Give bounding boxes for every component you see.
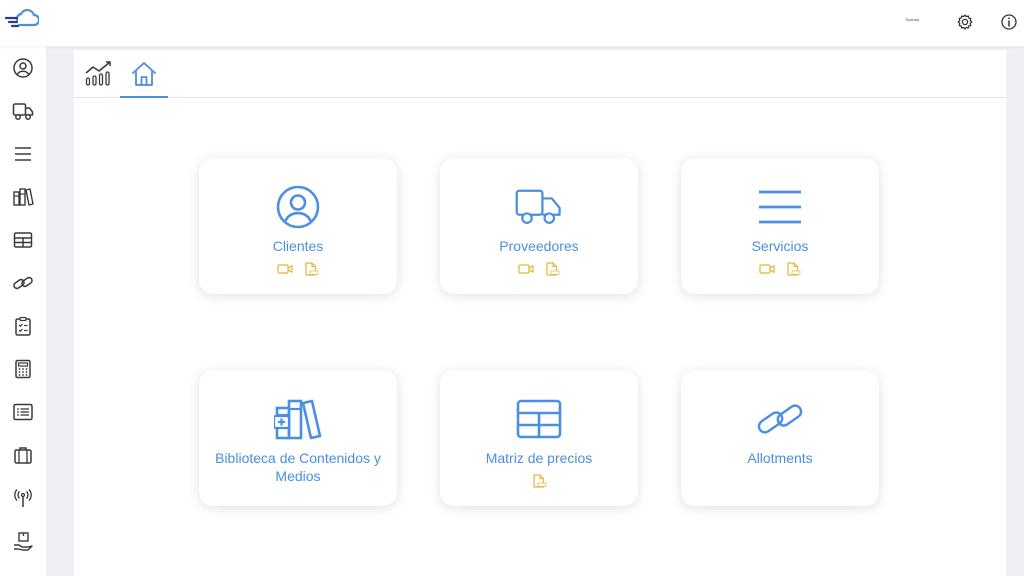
pdf-icon[interactable] <box>303 262 319 276</box>
main-content: Clientes Proveedores Servicios Bibliotec… <box>74 50 1006 576</box>
books-icon <box>13 188 34 206</box>
tab-bar <box>74 50 1006 98</box>
home-icon <box>132 62 156 86</box>
sidebar-item-allotments[interactable] <box>9 269 37 297</box>
pdf-icon[interactable] <box>785 262 801 276</box>
books-icon <box>274 399 322 440</box>
sidebar <box>0 46 46 576</box>
link-icon <box>757 404 803 434</box>
card-proveedores[interactable]: Proveedores <box>440 158 638 294</box>
truck-icon <box>12 103 34 120</box>
pdf-icon[interactable] <box>544 262 560 276</box>
sidebar-item-proveedores[interactable] <box>9 97 37 125</box>
menu-lines-icon <box>15 147 31 161</box>
cloud-logo-icon[interactable] <box>5 8 39 30</box>
sidebar-item-biblioteca[interactable] <box>9 183 37 211</box>
user-circle-icon <box>276 185 320 229</box>
truck-icon <box>515 189 561 224</box>
card-title: Biblioteca de Contenidos y Medios <box>215 450 381 484</box>
card-title: Allotments <box>747 450 813 466</box>
hand-box-icon <box>14 532 33 551</box>
tab-home[interactable] <box>120 58 168 98</box>
antenna-icon <box>14 489 32 507</box>
user-chip[interactable]: Tooriss <box>905 17 919 22</box>
menu-lines-icon <box>759 190 801 224</box>
sidebar-item-servicios[interactable] <box>9 140 37 168</box>
sidebar-item-clipboard[interactable] <box>9 312 37 340</box>
sidebar-item-matriz[interactable] <box>9 226 37 254</box>
card-matriz-precios[interactable]: Matriz de precios <box>440 370 638 506</box>
pdf-icon[interactable] <box>531 474 547 488</box>
chart-icon <box>85 61 111 86</box>
sidebar-item-calculadora[interactable] <box>9 355 37 383</box>
user-circle-icon <box>13 58 33 78</box>
sidebar-item-list[interactable] <box>9 398 37 426</box>
table-icon <box>13 232 33 248</box>
sidebar-item-antenna[interactable] <box>9 484 37 512</box>
sidebar-item-hand-box[interactable] <box>9 527 37 555</box>
card-clientes[interactable]: Clientes <box>199 158 397 294</box>
list-icon <box>13 403 33 421</box>
video-icon[interactable] <box>759 262 775 276</box>
card-title: Matriz de precios <box>485 450 593 466</box>
briefcase-icon <box>14 447 32 464</box>
gear-icon[interactable] <box>955 12 975 32</box>
card-allotments[interactable]: Allotments <box>681 370 879 506</box>
video-icon[interactable] <box>277 262 293 276</box>
card-servicios[interactable]: Servicios <box>681 158 879 294</box>
tab-dashboard[interactable] <box>74 58 122 98</box>
card-biblioteca[interactable]: Biblioteca de Contenidos y Medios <box>199 370 397 506</box>
top-bar: Tooriss <box>0 0 1024 46</box>
card-title: Servicios <box>751 238 809 254</box>
sidebar-item-clientes[interactable] <box>9 54 37 82</box>
info-icon[interactable] <box>999 12 1019 32</box>
link-icon <box>13 276 33 290</box>
calculator-icon <box>15 359 31 379</box>
sidebar-item-briefcase[interactable] <box>9 441 37 469</box>
card-title: Proveedores <box>499 238 579 254</box>
card-title: Clientes <box>272 238 324 254</box>
table-icon <box>516 399 562 439</box>
clipboard-icon <box>15 316 31 336</box>
video-icon[interactable] <box>518 262 534 276</box>
